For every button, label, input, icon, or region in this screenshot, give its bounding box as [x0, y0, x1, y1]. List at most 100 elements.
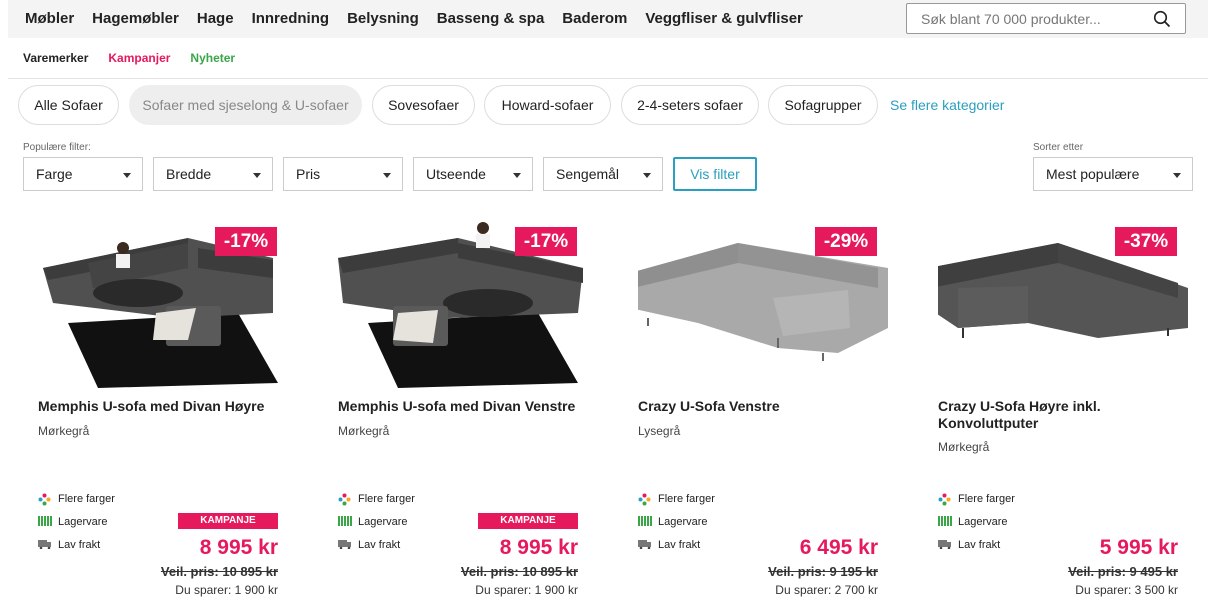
feature-more-colors: Flere farger: [338, 493, 415, 506]
product-savings: Du sparer: 1 900 kr: [175, 583, 278, 597]
product-name[interactable]: Crazy U-Sofa Venstre: [638, 398, 888, 415]
menu-item-innredning[interactable]: Innredning: [252, 10, 330, 27]
feature-label: Flere farger: [658, 493, 715, 505]
filter-dropdown-appearance[interactable]: Utseende: [413, 157, 533, 191]
sort-label: Sorter etter: [1033, 142, 1084, 153]
menu-item-belysning[interactable]: Belysning: [347, 10, 419, 27]
color-wheel-icon: [38, 493, 52, 506]
category-pill-active[interactable]: Sofaer med sjeselong & U-sofaer: [129, 85, 362, 125]
filter-label: Populære filter:: [23, 142, 91, 153]
sort-dropdown[interactable]: Mest populære: [1033, 157, 1193, 191]
feature-label: Lav frakt: [58, 539, 101, 551]
product-card[interactable]: -29% Crazy U-Sofa Venstre Lysegrå Flere …: [638, 218, 898, 612]
main-menu: Møbler Hagemøbler Hage Innredning Belysn…: [25, 10, 821, 27]
truck-icon: [38, 539, 52, 551]
discount-badge: -29%: [815, 227, 877, 256]
feature-more-colors: Flere farger: [638, 493, 715, 506]
truck-icon: [938, 539, 952, 551]
product-savings: Du sparer: 3 500 kr: [1075, 583, 1178, 597]
product-old-price: Veil. pris: 9 195 kr: [768, 564, 878, 579]
stock-bars-icon: [338, 516, 352, 528]
menu-item-fliser[interactable]: Veggfliser & gulvfliser: [645, 10, 803, 27]
product-savings: Du sparer: 1 900 kr: [475, 583, 578, 597]
product-name[interactable]: Crazy U-Sofa Høyre inkl. Konvoluttputer: [938, 398, 1188, 432]
caret-down-icon: [383, 173, 391, 178]
category-pill[interactable]: 2-4-seters sofaer: [621, 85, 759, 125]
filter-dropdown-label: Pris: [296, 166, 321, 182]
show-filter-button[interactable]: Vis filter: [673, 157, 757, 191]
color-wheel-icon: [938, 493, 952, 506]
search-input[interactable]: Søk blant 70 000 produkter...: [906, 3, 1186, 34]
sub-nav: Varemerker Kampanjer Nyheter: [23, 51, 235, 65]
caret-down-icon: [513, 173, 521, 178]
feature-low-shipping: Lav frakt: [638, 539, 700, 551]
caret-down-icon: [1173, 173, 1181, 178]
feature-label: Flere farger: [58, 493, 115, 505]
category-pill[interactable]: Sofagrupper: [768, 85, 878, 125]
subnav-campaigns[interactable]: Kampanjer: [108, 51, 170, 65]
product-old-price: Veil. pris: 10 895 kr: [460, 564, 578, 579]
sort-value: Mest populære: [1046, 166, 1140, 182]
feature-label: Lagervare: [58, 516, 108, 528]
product-card[interactable]: -17% Memphis U-sofa med Divan Venstre Mø…: [338, 218, 598, 612]
product-name[interactable]: Memphis U-sofa med Divan Venstre: [338, 398, 588, 415]
menu-item-hage[interactable]: Hage: [197, 10, 234, 27]
discount-badge: -17%: [515, 227, 577, 256]
discount-badge: -17%: [215, 227, 277, 256]
feature-low-shipping: Lav frakt: [338, 539, 400, 551]
product-color: Mørkegrå: [38, 424, 90, 438]
campaign-tag: KAMPANJE: [178, 513, 278, 529]
more-categories-link[interactable]: Se flere kategorier: [890, 97, 1004, 113]
filter-dropdown-width[interactable]: Bredde: [153, 157, 273, 191]
feature-label: Lagervare: [958, 516, 1008, 528]
category-pill[interactable]: Alle Sofaer: [18, 85, 119, 125]
product-color: Lysegrå: [638, 424, 681, 438]
filter-dropdown-label: Sengemål: [556, 166, 620, 182]
feature-more-colors: Flere farger: [38, 493, 115, 506]
subnav-news[interactable]: Nyheter: [190, 51, 235, 65]
product-card[interactable]: -17% Memphis U-sofa med Divan Høyre Mørk…: [38, 218, 298, 612]
filter-dropdown-label: Farge: [36, 166, 73, 182]
caret-down-icon: [643, 173, 651, 178]
feature-more-colors: Flere farger: [938, 493, 1015, 506]
caret-down-icon: [123, 173, 131, 178]
color-wheel-icon: [338, 493, 352, 506]
product-price: 6 495 kr: [799, 536, 878, 559]
divider: [8, 78, 1208, 79]
truck-icon: [638, 539, 652, 551]
product-price: 8 995 kr: [499, 536, 578, 559]
search-icon[interactable]: [1153, 10, 1171, 28]
product-card[interactable]: -37% Crazy U-Sofa Høyre inkl. Konvoluttp…: [938, 218, 1198, 612]
feature-label: Lav frakt: [958, 539, 1001, 551]
campaign-tag: KAMPANJE: [478, 513, 578, 529]
truck-icon: [338, 539, 352, 551]
subnav-brands[interactable]: Varemerker: [23, 51, 88, 65]
product-color: Mørkegrå: [938, 440, 990, 454]
filter-dropdown-price[interactable]: Pris: [283, 157, 403, 191]
product-color: Mørkegrå: [338, 424, 390, 438]
filter-dropdown-label: Bredde: [166, 166, 212, 182]
filter-dropdown-bedsize[interactable]: Sengemål: [543, 157, 663, 191]
feature-in-stock: Lagervare: [338, 516, 408, 528]
feature-label: Flere farger: [958, 493, 1015, 505]
product-price: 5 995 kr: [1099, 536, 1178, 559]
color-wheel-icon: [638, 493, 652, 506]
stock-bars-icon: [638, 516, 652, 528]
discount-badge: -37%: [1115, 227, 1177, 256]
product-price: 8 995 kr: [199, 536, 278, 559]
product-name[interactable]: Memphis U-sofa med Divan Høyre: [38, 398, 288, 415]
feature-in-stock: Lagervare: [938, 516, 1008, 528]
menu-item-baderom[interactable]: Baderom: [562, 10, 627, 27]
product-old-price: Veil. pris: 10 895 kr: [160, 564, 278, 579]
menu-item-basseng[interactable]: Basseng & spa: [437, 10, 545, 27]
filter-dropdown-label: Utseende: [426, 166, 486, 182]
search-placeholder: Søk blant 70 000 produkter...: [921, 11, 1101, 27]
menu-item-hagemobler[interactable]: Hagemøbler: [92, 10, 179, 27]
menu-item-mobler[interactable]: Møbler: [25, 10, 74, 27]
category-pill[interactable]: Sovesofaer: [372, 85, 475, 125]
top-nav-bar: Møbler Hagemøbler Hage Innredning Belysn…: [8, 0, 1208, 38]
filter-dropdown-color[interactable]: Farge: [23, 157, 143, 191]
product-savings: Du sparer: 2 700 kr: [775, 583, 878, 597]
category-pill[interactable]: Howard-sofaer: [484, 85, 611, 125]
feature-label: Lagervare: [658, 516, 708, 528]
